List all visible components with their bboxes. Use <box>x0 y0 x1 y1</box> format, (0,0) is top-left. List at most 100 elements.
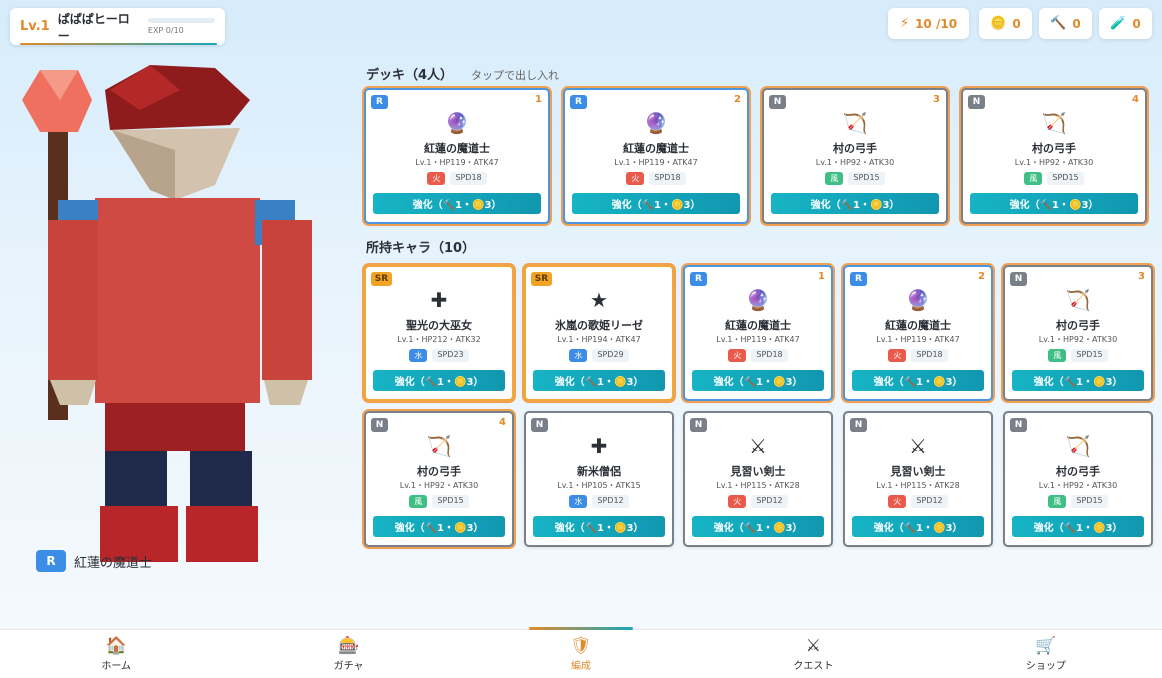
upgrade-button[interactable]: 強化（🔨1・🪙3） <box>852 370 984 391</box>
rarity-badge: R <box>371 95 388 109</box>
cross-icon: ✚ <box>590 434 608 458</box>
owned-title: 所持キャラ（10） <box>366 241 476 256</box>
character-name: 紅蓮の魔道士 <box>623 142 689 155</box>
deck-slot-number: 1 <box>818 271 825 282</box>
element-badge: 水 <box>569 495 588 508</box>
nav-shopping-cart[interactable]: 🛒 ショップ <box>930 630 1162 678</box>
character-card[interactable]: R 2 🔮 紅蓮の魔道士 Lv.1・HP119・ATK47 火 SPD18 強化（🔨1・🪙3） <box>563 88 749 224</box>
rarity-badge: N <box>371 418 388 432</box>
speed-badge: SPD18 <box>751 349 788 362</box>
nav-shield[interactable]: 🛡 編成 <box>465 627 697 678</box>
deck-hint: タップで出し入れ <box>471 69 560 82</box>
upgrade-button[interactable]: 強化（🔨1・🪙3） <box>852 516 984 537</box>
character-card[interactable]: R 1 🔮 紅蓮の魔道士 Lv.1・HP119・ATK47 火 SPD18 強化（🔨1・🪙3） <box>364 88 550 224</box>
character-name: 村の弓手 <box>417 465 461 478</box>
character-stats: Lv.1・HP92・ATK30 <box>1014 158 1094 167</box>
player-level: Lv.1 <box>20 19 50 34</box>
character-3d-model <box>22 65 312 562</box>
speed-badge: SPD15 <box>1047 172 1084 185</box>
deck-slot-number: 4 <box>499 417 506 428</box>
rarity-badge: SR <box>531 272 552 286</box>
nav-home[interactable]: 🏠 ホーム <box>0 630 232 678</box>
upgrade-button[interactable]: 強化（🔨1・🪙3） <box>373 516 505 537</box>
character-card[interactable]: N 🏹 村の弓手 Lv.1・HP92・ATK30 風 SPD15 強化（🔨1・🪙3） <box>1003 411 1153 547</box>
coin-icon: 🪙 <box>990 16 1007 31</box>
character-card[interactable]: N 4 🏹 村の弓手 Lv.1・HP92・ATK30 風 SPD15 強化（🔨1・🪙3） <box>961 88 1147 224</box>
character-tags: 火 SPD12 <box>845 495 991 508</box>
upgrade-button[interactable]: 強化（🔨1・🪙3） <box>373 193 541 214</box>
bow-icon: 🏹 <box>1065 288 1091 312</box>
crystal-ball-icon: 🔮 <box>745 288 771 312</box>
upgrade-button[interactable]: 強化（🔨1・🪙3） <box>533 370 665 391</box>
upgrade-button[interactable]: 強化（🔨1・🪙3） <box>970 193 1138 214</box>
player-name: ぱぱぱヒーロー <box>57 11 130 43</box>
character-stats: Lv.1・HP92・ATK30 <box>1038 335 1118 344</box>
bow-icon: 🏹 <box>842 111 868 135</box>
speed-badge: SPD29 <box>592 349 629 362</box>
player-profile[interactable]: Lv.1 ぱぱぱヒーロー EXP 0/10 <box>10 8 225 45</box>
home-icon: 🏠 <box>105 635 127 656</box>
upgrade-button[interactable]: 強化（🔨1・🪙3） <box>1012 516 1144 537</box>
speed-badge: SPD15 <box>1071 349 1108 362</box>
cross-icon: ✚ <box>430 288 448 312</box>
character-card[interactable]: N ⚔ 見習い剣士 Lv.1・HP115・ATK28 火 SPD12 強化（🔨1・🪙3） <box>683 411 833 547</box>
speed-badge: SPD18 <box>911 349 948 362</box>
rarity-badge: N <box>531 418 548 432</box>
upgrade-button[interactable]: 強化（🔨1・🪙3） <box>373 370 505 391</box>
upgrade-button[interactable]: 強化（🔨1・🪙3） <box>1012 370 1144 391</box>
character-tags: 風 SPD15 <box>764 172 946 185</box>
upgrade-button[interactable]: 強化（🔨1・🪙3） <box>771 193 939 214</box>
character-stats: Lv.1・HP105・ATK15 <box>557 481 641 490</box>
character-card[interactable]: N 4 🏹 村の弓手 Lv.1・HP92・ATK30 風 SPD15 強化（🔨1・🪙3） <box>364 411 514 547</box>
speed-badge: SPD18 <box>649 172 686 185</box>
character-card[interactable]: N 3 🏹 村の弓手 Lv.1・HP92・ATK30 風 SPD15 強化（🔨1・🪙3） <box>1003 265 1153 401</box>
nav-slot-machine[interactable]: 🎰 ガチャ <box>232 630 464 678</box>
bow-icon: 🏹 <box>1041 111 1067 135</box>
element-badge: 風 <box>1048 349 1067 362</box>
character-card[interactable]: N ✚ 新米僧侶 Lv.1・HP105・ATK15 水 SPD12 強化（🔨1・🪙3） <box>524 411 674 547</box>
element-badge: 風 <box>1024 172 1043 185</box>
selected-character: R 紅蓮の魔道士 <box>36 550 152 572</box>
character-card[interactable]: R 2 🔮 紅蓮の魔道士 Lv.1・HP119・ATK47 火 SPD18 強化（🔨1・🪙3） <box>843 265 993 401</box>
upgrade-button[interactable]: 強化（🔨1・🪙3） <box>692 516 824 537</box>
character-name: 氷嵐の歌姫リーゼ <box>555 319 643 332</box>
character-name: 紅蓮の魔道士 <box>885 319 951 332</box>
star-icon: ★ <box>590 288 608 312</box>
upgrade-button[interactable]: 強化（🔨1・🪙3） <box>692 370 824 391</box>
speed-badge: SPD15 <box>848 172 885 185</box>
rarity-badge: R <box>850 272 867 286</box>
exp-text: EXP 0/10 <box>147 26 184 35</box>
character-stats: Lv.1・HP119・ATK47 <box>716 335 800 344</box>
upgrade-button[interactable]: 強化（🔨1・🪙3） <box>572 193 740 214</box>
rarity-badge: N <box>1010 418 1027 432</box>
rarity-badge: R <box>690 272 707 286</box>
deck-slot-number: 4 <box>1132 94 1139 105</box>
upgrade-button[interactable]: 強化（🔨1・🪙3） <box>533 516 665 537</box>
character-card[interactable]: SR ✚ 聖光の大巫女 Lv.1・HP212・ATK32 水 SPD23 強化（🔨1・🪙3） <box>364 265 514 401</box>
character-card[interactable]: R 1 🔮 紅蓮の魔道士 Lv.1・HP119・ATK47 火 SPD18 強化（🔨1・🪙3） <box>683 265 833 401</box>
character-tags: 風 SPD15 <box>1005 495 1151 508</box>
resource-hammer[interactable]: 🔨 0 <box>1039 8 1092 39</box>
character-card[interactable]: SR ★ 氷嵐の歌姫リーゼ Lv.1・HP194・ATK47 水 SPD29 強化（🔨1・🪙… <box>524 265 674 401</box>
resource-coin[interactable]: 🪙 0 <box>979 8 1032 39</box>
resource-lightning[interactable]: ⚡ 10 /10 <box>888 8 969 39</box>
character-stats: Lv.1・HP115・ATK28 <box>716 481 800 490</box>
character-name: 村の弓手 <box>1056 319 1100 332</box>
character-name: 村の弓手 <box>1032 142 1076 155</box>
speed-badge: SPD15 <box>1071 495 1108 508</box>
deck-title: デッキ（4人） <box>366 68 454 83</box>
character-tags: 風 SPD15 <box>366 495 512 508</box>
element-badge: 火 <box>626 172 645 185</box>
character-card[interactable]: N ⚔ 見習い剣士 Lv.1・HP115・ATK28 火 SPD12 強化（🔨1・🪙3） <box>843 411 993 547</box>
character-tags: 火 SPD18 <box>565 172 747 185</box>
speed-badge: SPD12 <box>751 495 788 508</box>
lightning-icon: ⚡ <box>899 16 910 31</box>
element-badge: 風 <box>409 495 428 508</box>
resource-value: 10 /10 <box>915 16 958 31</box>
element-badge: 風 <box>1048 495 1067 508</box>
element-badge: 火 <box>427 172 446 185</box>
nav-crossed-swords[interactable]: ⚔ クエスト <box>697 630 929 678</box>
resource-potion[interactable]: 🧪 0 <box>1099 8 1152 39</box>
element-badge: 風 <box>825 172 844 185</box>
character-card[interactable]: N 3 🏹 村の弓手 Lv.1・HP92・ATK30 風 SPD15 強化（🔨1・🪙3） <box>762 88 948 224</box>
